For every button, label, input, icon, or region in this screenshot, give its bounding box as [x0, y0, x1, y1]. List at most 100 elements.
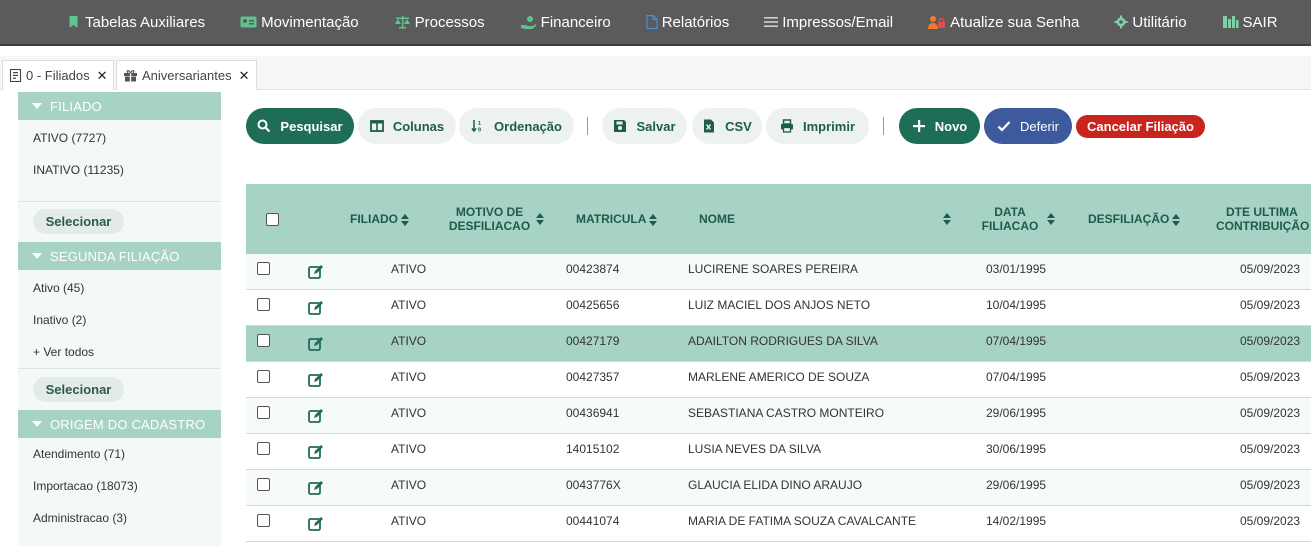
filter-option[interactable]: Administracao (3) [33, 511, 127, 525]
deferir-button[interactable]: Deferir [984, 108, 1072, 144]
sort-icon [1172, 213, 1181, 226]
section-title: FILIADO [50, 98, 102, 114]
nav-label: SAIR [1242, 13, 1278, 31]
cell-matricula: 00427179 [566, 334, 620, 348]
colunas-button[interactable]: Colunas [358, 108, 456, 144]
gear-icon [1114, 15, 1128, 29]
cell-filiado: ATIVO [391, 406, 427, 420]
row-checkbox[interactable] [257, 370, 270, 383]
salvar-button[interactable]: Salvar [602, 108, 687, 144]
nav-label: Financeiro [540, 13, 611, 31]
cell-filiado: ATIVO [391, 298, 427, 312]
column-header-desfiliacao[interactable]: DESFILIAÇÃO [1088, 212, 1181, 226]
nav-movimentacao[interactable]: Movimentação [240, 14, 359, 31]
column-header-nome[interactable]: NOME [699, 212, 735, 226]
cancelar-filiacao-button[interactable]: Cancelar Filiação [1076, 115, 1205, 138]
edit-icon[interactable] [308, 336, 324, 352]
column-header-matricula[interactable]: MATRICULA [576, 212, 658, 226]
button-label: Ordenação [494, 118, 562, 134]
filter-option[interactable]: ATIVO (7727) [33, 131, 106, 145]
cell-dte-ultima-contribuicao: 05/09/2023 [1240, 298, 1301, 312]
column-label: MATRICULA [576, 212, 647, 226]
filter-section-filiado[interactable]: FILIADO [18, 92, 221, 120]
exit-icon [1222, 16, 1239, 28]
tab-filiados[interactable]: 0 - Filiados ✕ [2, 60, 115, 90]
row-checkbox[interactable] [257, 298, 270, 311]
table-row[interactable]: ATIVO 00423874 LUCIRENE SOARES PEREIRA 03/0… [246, 254, 1311, 290]
cell-filiado: ATIVO [391, 370, 427, 384]
nav-relatorios[interactable]: Relatórios [646, 14, 729, 31]
edit-icon[interactable] [308, 300, 324, 316]
cell-nome: SEBASTIANA CASTRO MONTEIRO [688, 406, 885, 420]
selecionar-button[interactable]: Selecionar [33, 209, 124, 234]
sort-icon[interactable] [943, 213, 951, 225]
save-icon [614, 120, 627, 132]
table-row[interactable]: ATIVO 0043776X GLAUCIA ELIDA DINO ARAUJO 29… [246, 470, 1311, 506]
edit-icon[interactable] [308, 264, 324, 280]
nav-utilitario[interactable]: Utilitário [1114, 14, 1187, 31]
row-checkbox[interactable] [257, 262, 270, 275]
pesquisar-button[interactable]: Pesquisar [246, 108, 354, 144]
novo-button[interactable]: Novo [899, 108, 980, 144]
column-header-data-filiacao[interactable]: DATA FILIACAO [980, 205, 1040, 233]
toolbar-divider [587, 117, 588, 135]
row-checkbox[interactable] [257, 334, 270, 347]
tab-aniversariantes[interactable]: Aniversariantes ✕ [116, 60, 257, 90]
edit-icon[interactable] [308, 516, 324, 532]
edit-icon[interactable] [308, 408, 324, 424]
cell-matricula: 0043776X [566, 478, 621, 492]
table-row[interactable]: ATIVO 14015102 LUSIA NEVES DA SILVA 30/06/1… [246, 434, 1311, 470]
column-label: FILIACAO [981, 219, 1039, 233]
nav-processos[interactable]: Processos [394, 14, 485, 31]
cell-data-filiacao: 03/01/1995 [986, 262, 1047, 276]
row-checkbox[interactable] [257, 478, 270, 491]
column-header-filiado[interactable]: FILIADO [350, 212, 409, 226]
sort-icon[interactable] [536, 213, 544, 225]
row-checkbox[interactable] [257, 442, 270, 455]
nav-atualize-senha[interactable]: Atualize sua Senha [928, 14, 1079, 31]
gift-icon [124, 70, 137, 82]
nav-impressos-email[interactable]: Impressos/Email [764, 14, 893, 31]
column-header-motivo-desfiliacao[interactable]: MOTIVO DE DESFILIACAO [447, 205, 532, 233]
user-lock-icon [928, 16, 946, 29]
edit-icon[interactable] [308, 480, 324, 496]
select-all-checkbox[interactable] [266, 213, 279, 226]
filter-option[interactable]: INATIVO (11235) [33, 163, 124, 177]
column-label: DESFILIAÇÃO [1088, 212, 1170, 226]
cell-dte-ultima-contribuicao: 05/09/2023 [1240, 478, 1301, 492]
filter-section-segunda-filiacao[interactable]: SEGUNDA FILIAÇÃO [18, 242, 221, 270]
nav-tabelas-auxiliares[interactable]: Tabelas Auxiliares [66, 14, 205, 31]
ordenacao-button[interactable]: 19 Ordenação [459, 108, 574, 144]
close-icon[interactable]: ✕ [97, 68, 108, 84]
nav-label: Tabelas Auxiliares [85, 13, 206, 31]
filter-option[interactable]: Inativo (2) [33, 313, 86, 327]
table-row[interactable]: ATIVO 00425656 LUIZ MACIEL DOS ANJOS NETO 1… [246, 290, 1311, 326]
table-row[interactable]: ATIVO 00441074 MARIA DE FATIMA SOUZA CAVAL… [246, 506, 1311, 542]
row-checkbox[interactable] [257, 514, 270, 527]
row-checkbox[interactable] [257, 406, 270, 419]
edit-icon[interactable] [308, 372, 324, 388]
table-row[interactable]: ATIVO 00436941 SEBASTIANA CASTRO MONTEIRO 2… [246, 398, 1311, 434]
nav-sair[interactable]: SAIR [1222, 14, 1278, 31]
csv-button[interactable]: CSV [692, 108, 762, 144]
divider [18, 368, 221, 369]
close-icon[interactable]: ✕ [239, 68, 250, 84]
filter-option[interactable]: Ativo (45) [33, 281, 84, 295]
nav-financeiro[interactable]: Financeiro [520, 14, 611, 31]
table-row[interactable]: ATIVO 00427357 MARLENE AMERICO DE SOUZA 07/… [246, 362, 1311, 398]
table-row[interactable]: ATIVO 00427179 ADAILTON RODRIGUES DA SILVA… [246, 326, 1311, 362]
filter-section-origem-cadastro[interactable]: ORIGEM DO CADASTRO [18, 410, 221, 438]
money-hand-icon [520, 16, 536, 29]
sort-icon[interactable] [1047, 213, 1055, 225]
selecionar-button[interactable]: Selecionar [33, 377, 124, 402]
document-icon [9, 69, 22, 82]
column-header-dte-ultima-contribuicao[interactable]: DTE ULTIMA CONTRIBUIÇÃO [1216, 205, 1311, 233]
filter-option[interactable]: Atendimento (71) [33, 447, 125, 461]
ver-todos-link[interactable]: + Ver todos [33, 345, 94, 359]
imprimir-button[interactable]: Imprimir [766, 108, 869, 144]
filter-option[interactable]: Importacao (18073) [33, 479, 138, 493]
divider [18, 201, 221, 202]
edit-icon[interactable] [308, 444, 324, 460]
column-label: FILIADO [350, 212, 398, 226]
tab-label: Aniversariantes [142, 68, 232, 83]
